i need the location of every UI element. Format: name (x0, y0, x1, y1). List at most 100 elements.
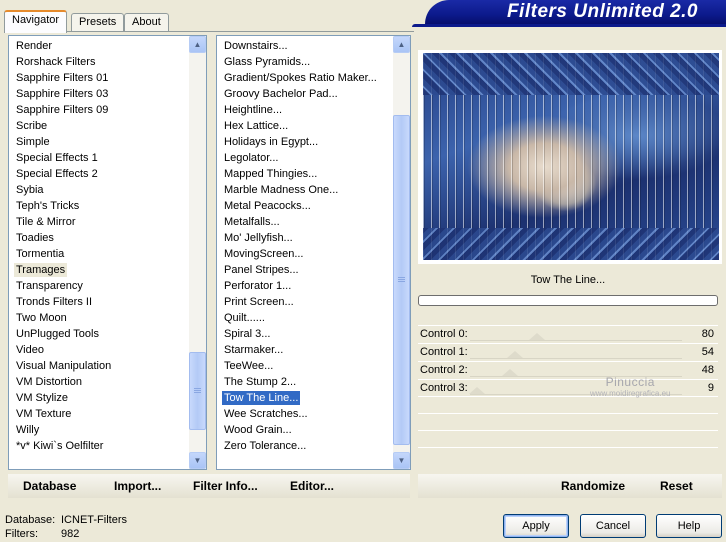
filter-item-label: Marble Madness One... (224, 184, 339, 196)
filter-item[interactable]: Zero Tolerance... (217, 438, 392, 454)
filter-item[interactable]: Tow The Line... (217, 390, 392, 406)
category-item[interactable]: Scribe (9, 118, 188, 134)
control-slider-track[interactable] (470, 333, 682, 341)
filter-item[interactable]: Wee Scratches... (217, 406, 392, 422)
category-item[interactable]: VM Texture (9, 406, 188, 422)
control-value: 48 (701, 364, 714, 376)
category-item[interactable]: Sybia (9, 182, 188, 198)
import-link[interactable]: Import... (114, 479, 161, 493)
control-row: Control 3: 9 (418, 379, 718, 397)
category-item[interactable]: Transparency (9, 278, 188, 294)
control-row: Control 1: 54 (418, 343, 718, 361)
category-item[interactable]: Special Effects 1 (9, 150, 188, 166)
chevron-down-icon[interactable]: ▼ (189, 452, 206, 469)
category-item[interactable]: Tronds Filters II (9, 294, 188, 310)
control-sliders: Control 0: 80 Control 1: 54 Control 2: 48 Cont… (418, 325, 718, 397)
filter-info-link[interactable]: Filter Info... (193, 479, 258, 493)
filters-label: Filters: (5, 528, 38, 540)
filter-item[interactable]: Groovy Bachelor Pad... (217, 86, 392, 102)
filter-item[interactable]: Metalfalls... (217, 214, 392, 230)
filter-item[interactable]: Hex Lattice... (217, 118, 392, 134)
filter-item[interactable]: Glass Pyramids... (217, 54, 392, 70)
category-item-label: Tormentia (16, 248, 65, 260)
control-slider-track[interactable] (470, 351, 682, 359)
category-item[interactable]: *v* Kiwi`s Oelfilter (9, 438, 188, 454)
category-item-label: *v* Kiwi`s Oelfilter (16, 440, 104, 452)
help-button[interactable]: Help (656, 514, 722, 538)
category-list[interactable]: Render Rorshack Filters Sapphire Filters 0… (8, 35, 207, 470)
category-item-label: Tronds Filters II (16, 296, 92, 308)
control-slider-thumb[interactable] (528, 333, 545, 340)
chevron-up-icon[interactable]: ▲ (393, 36, 410, 53)
control-slider-thumb[interactable] (506, 351, 523, 358)
filter-item-label: Tow The Line... (220, 390, 302, 406)
filter-items: Downstairs... Glass Pyramids... Gradient/S… (217, 38, 392, 454)
filter-item[interactable]: Perforator 1... (217, 278, 392, 294)
category-item[interactable]: Sapphire Filters 03 (9, 86, 188, 102)
filter-item[interactable]: Panel Stripes... (217, 262, 392, 278)
banner-stripe (412, 24, 726, 27)
category-item[interactable]: Special Effects 2 (9, 166, 188, 182)
tab-presets[interactable]: Presets (71, 13, 125, 32)
filter-item[interactable]: Wood Grain... (217, 422, 392, 438)
filter-item[interactable]: Holidays in Egypt... (217, 134, 392, 150)
filter-item-label: Print Screen... (224, 296, 294, 308)
category-item[interactable]: Render (9, 38, 188, 54)
filter-scrollbar[interactable]: ▲ ▼ (393, 36, 410, 469)
chevron-down-icon[interactable]: ▼ (393, 452, 410, 469)
filter-scroll-thumb[interactable] (393, 115, 410, 446)
category-item[interactable]: Two Moon (9, 310, 188, 326)
category-item[interactable]: Toadies (9, 230, 188, 246)
filter-item[interactable]: Print Screen... (217, 294, 392, 310)
category-item[interactable]: Rorshack Filters (9, 54, 188, 70)
category-scroll-thumb[interactable] (189, 351, 206, 430)
filter-item-label: Quilt...... (224, 312, 265, 324)
filter-item[interactable]: Mapped Thingies... (217, 166, 392, 182)
apply-button[interactable]: Apply (503, 514, 569, 538)
filter-item[interactable]: Gradient/Spokes Ratio Maker... (217, 70, 392, 86)
category-item[interactable]: Visual Manipulation (9, 358, 188, 374)
category-items: Render Rorshack Filters Sapphire Filters 0… (9, 38, 188, 454)
category-item[interactable]: UnPlugged Tools (9, 326, 188, 342)
category-item[interactable]: Teph's Tricks (9, 198, 188, 214)
chevron-up-icon[interactable]: ▲ (189, 36, 206, 53)
category-item[interactable]: Simple (9, 134, 188, 150)
control-slider-thumb[interactable] (501, 369, 518, 376)
filter-item[interactable]: The Stump 2... (217, 374, 392, 390)
reset-link[interactable]: Reset (660, 479, 693, 493)
filter-item[interactable]: Marble Madness One... (217, 182, 392, 198)
randomize-link[interactable]: Randomize (561, 479, 625, 493)
filter-item[interactable]: Metal Peacocks... (217, 198, 392, 214)
control-slider-thumb[interactable] (469, 387, 486, 394)
filter-item[interactable]: Legolator... (217, 150, 392, 166)
filter-item[interactable]: Starmaker... (217, 342, 392, 358)
filter-list[interactable]: Downstairs... Glass Pyramids... Gradient/S… (216, 35, 411, 470)
category-item[interactable]: Tormentia (9, 246, 188, 262)
category-item[interactable]: Tile & Mirror (9, 214, 188, 230)
filter-item[interactable]: TeeWee... (217, 358, 392, 374)
filter-item-label: The Stump 2... (224, 376, 297, 388)
category-item[interactable]: VM Stylize (9, 390, 188, 406)
category-item[interactable]: VM Distortion (9, 374, 188, 390)
category-item[interactable]: Video (9, 342, 188, 358)
tab-about[interactable]: About (124, 13, 169, 32)
filter-item[interactable]: Spiral 3... (217, 326, 392, 342)
filter-item[interactable]: Mo' Jellyfish... (217, 230, 392, 246)
filter-item[interactable]: MovingScreen... (217, 246, 392, 262)
filter-item[interactable]: Downstairs... (217, 38, 392, 54)
category-item[interactable]: Sapphire Filters 01 (9, 70, 188, 86)
filter-item[interactable]: Quilt...... (217, 310, 392, 326)
cancel-button[interactable]: Cancel (580, 514, 646, 538)
category-item[interactable]: Sapphire Filters 09 (9, 102, 188, 118)
category-scrollbar[interactable]: ▲ ▼ (189, 36, 206, 469)
filter-item-label: Starmaker... (224, 344, 284, 356)
category-item-label: Tramages (14, 263, 68, 277)
tab-navigator[interactable]: Navigator (4, 10, 68, 33)
category-item[interactable]: Tramages (9, 262, 188, 278)
database-link[interactable]: Database (23, 479, 76, 493)
category-item-label: Render (16, 40, 53, 52)
progress-bar (418, 295, 718, 306)
filter-item[interactable]: Heightline... (217, 102, 392, 118)
category-item[interactable]: Willy (9, 422, 188, 438)
editor-link[interactable]: Editor... (290, 479, 334, 493)
